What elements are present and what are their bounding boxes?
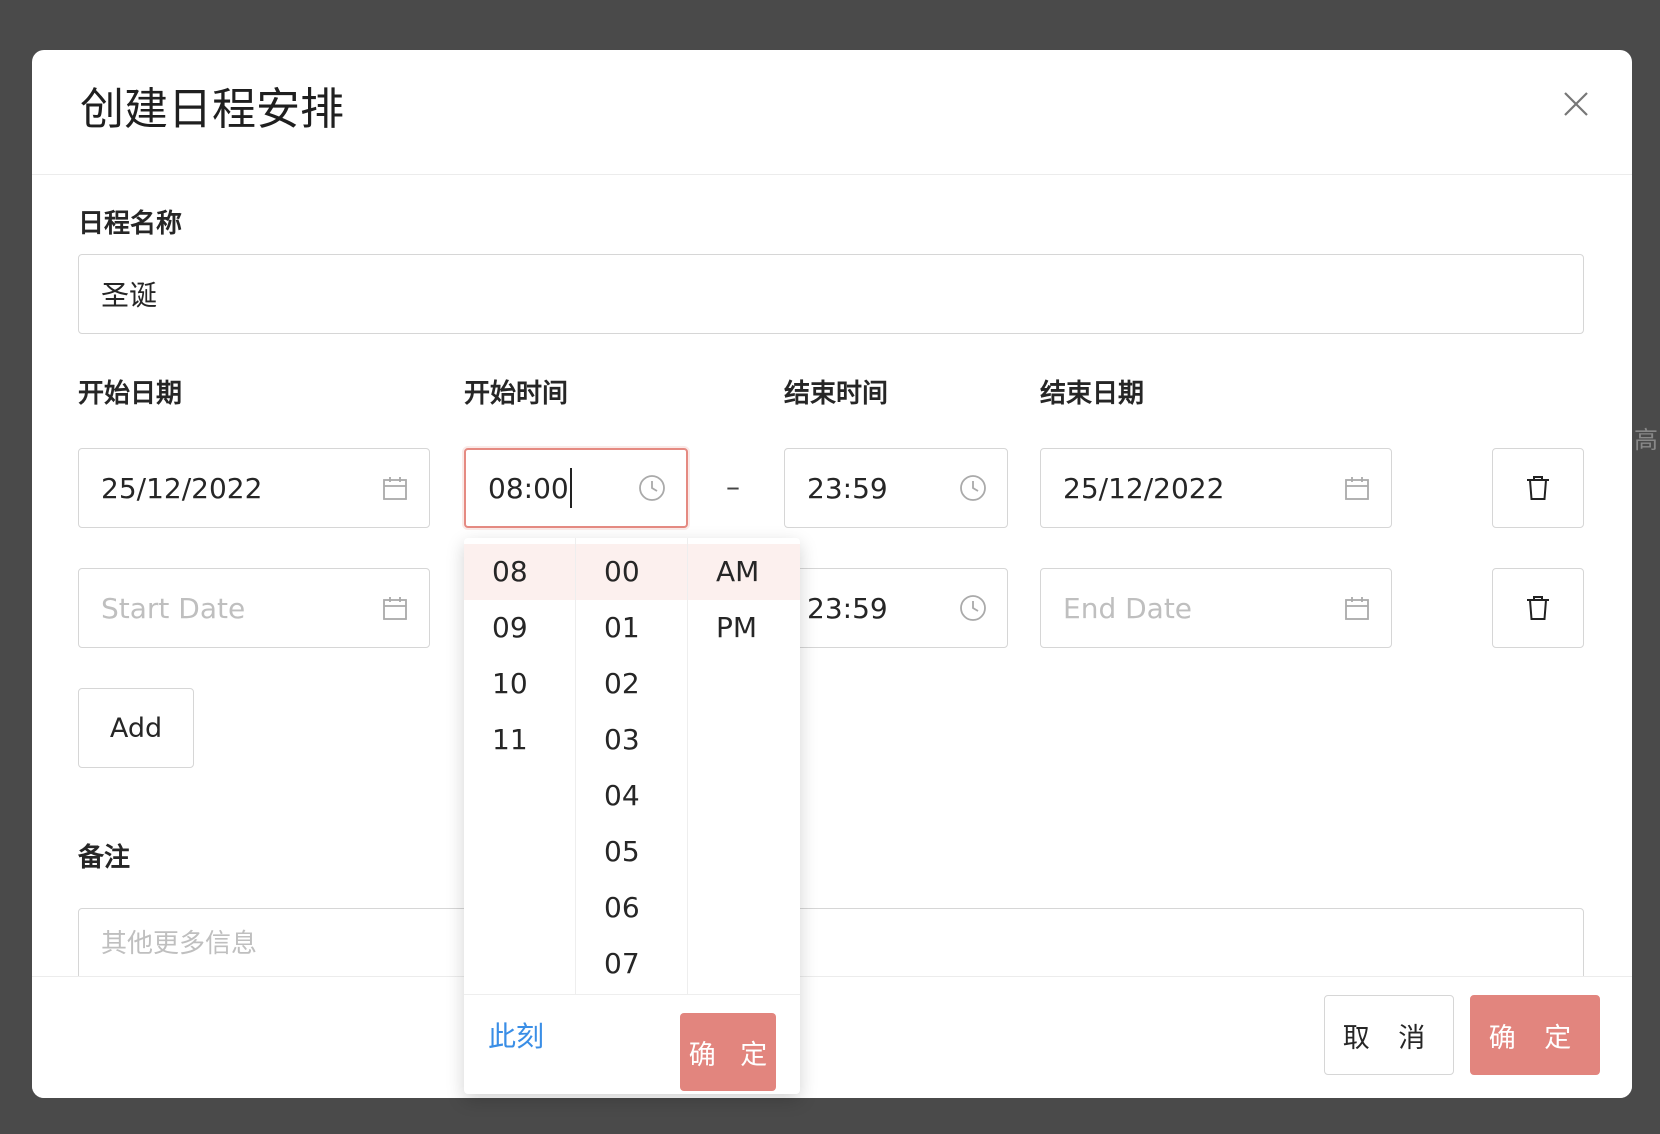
minute-option[interactable]: 02 (576, 656, 687, 712)
start-date-value: 25/12/2022 (101, 471, 263, 505)
start-date-placeholder: Start Date (101, 591, 246, 625)
end-date-input[interactable]: 25/12/2022 (1040, 448, 1392, 528)
time-picker-ok-button[interactable]: 确 定 (680, 1013, 776, 1091)
end-date-input[interactable]: End Date (1040, 568, 1392, 648)
time-picker-dropdown: 08 09 10 11 00 01 02 03 04 05 06 07 AM PM 此刻 确 定 (464, 538, 800, 1094)
minute-option[interactable]: 03 (576, 712, 687, 768)
close-button[interactable] (1556, 84, 1596, 124)
meridiem-column[interactable]: AM PM (688, 538, 800, 994)
hour-option[interactable]: 08 (464, 544, 575, 600)
clock-icon (959, 474, 987, 502)
minute-option[interactable]: 05 (576, 824, 687, 880)
time-range-separator: – (726, 470, 740, 503)
minute-option[interactable]: 06 (576, 880, 687, 936)
text-cursor (569, 468, 572, 508)
minute-column[interactable]: 00 01 02 03 04 05 06 07 (576, 538, 688, 994)
background-text-fragment: 高 (1634, 426, 1658, 454)
end-time-value: 23:59 (807, 591, 888, 625)
close-icon (1564, 92, 1588, 116)
end-time-input[interactable]: 23:59 (784, 568, 1008, 648)
minute-option[interactable]: 01 (576, 600, 687, 656)
create-schedule-modal: 创建日程安排 日程名称 圣诞 开始日期 开始时间 结束时间 结束日期 25/12… (32, 50, 1632, 1098)
trash-icon (1527, 596, 1549, 620)
start-time-input[interactable]: 08:00 (464, 448, 688, 528)
minute-option[interactable]: 00 (576, 544, 687, 600)
modal-footer: 取 消 确 定 (32, 976, 1632, 1098)
hour-column[interactable]: 08 09 10 11 (464, 538, 576, 994)
calendar-icon (381, 594, 409, 622)
start-date-input[interactable]: Start Date (78, 568, 430, 648)
meridiem-option[interactable]: AM (688, 544, 800, 600)
calendar-icon (1343, 594, 1371, 622)
hour-option[interactable]: 11 (464, 712, 575, 768)
delete-row-button[interactable] (1492, 448, 1584, 528)
confirm-button[interactable]: 确 定 (1470, 995, 1600, 1075)
hour-option[interactable]: 10 (464, 656, 575, 712)
add-row-button[interactable]: Add (78, 688, 194, 768)
modal-header: 创建日程安排 (32, 50, 1632, 175)
hour-option[interactable]: 09 (464, 600, 575, 656)
cancel-button[interactable]: 取 消 (1324, 995, 1454, 1075)
now-link[interactable]: 此刻 (488, 1015, 544, 1055)
calendar-icon (381, 474, 409, 502)
clock-icon (638, 474, 666, 502)
end-date-label: 结束日期 (1040, 379, 1145, 409)
meridiem-option[interactable]: PM (688, 600, 800, 656)
start-date-label: 开始日期 (78, 379, 183, 409)
end-time-value: 23:59 (807, 471, 888, 505)
end-time-input[interactable]: 23:59 (784, 448, 1008, 528)
start-time-label: 开始时间 (464, 379, 569, 409)
end-date-placeholder: End Date (1063, 591, 1193, 625)
end-time-label: 结束时间 (784, 379, 889, 409)
trash-icon (1527, 476, 1549, 500)
schedule-name-value: 圣诞 (101, 279, 158, 312)
minute-option[interactable]: 04 (576, 768, 687, 824)
start-time-value: 08:00 (488, 471, 569, 505)
start-date-input[interactable]: 25/12/2022 (78, 448, 430, 528)
time-picker-footer: 此刻 确 定 (464, 994, 800, 1094)
calendar-icon (1343, 474, 1371, 502)
schedule-name-input[interactable]: 圣诞 (78, 254, 1584, 334)
clock-icon (959, 594, 987, 622)
delete-row-button[interactable] (1492, 568, 1584, 648)
end-date-value: 25/12/2022 (1063, 471, 1225, 505)
minute-option[interactable]: 07 (576, 936, 687, 992)
modal-title: 创建日程安排 (80, 84, 344, 135)
notes-label: 备注 (78, 843, 131, 873)
schedule-name-label: 日程名称 (78, 209, 183, 239)
notes-placeholder: 其他更多信息 (101, 929, 258, 959)
